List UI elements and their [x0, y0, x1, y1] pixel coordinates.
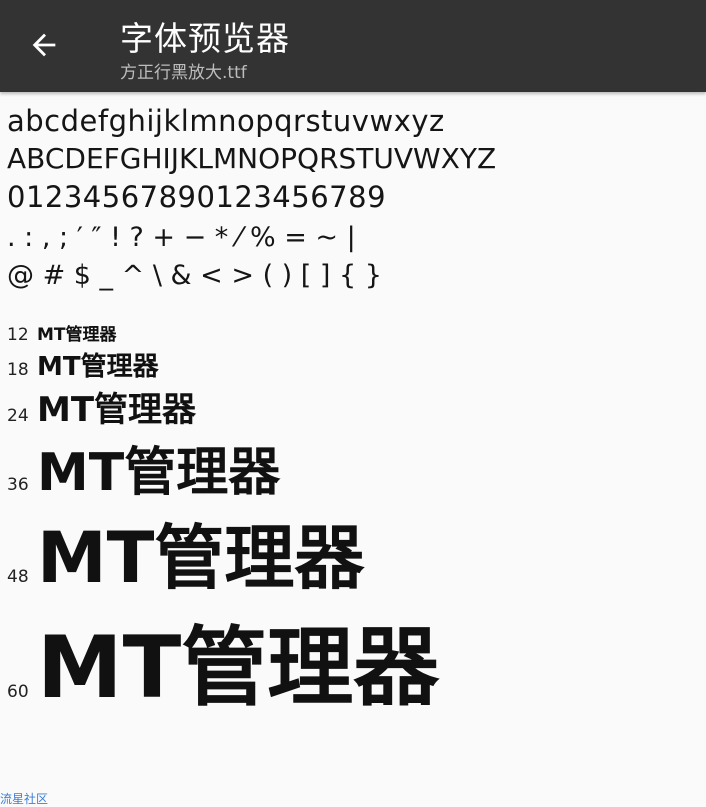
- lowercase-sample: abcdefghijklmnopqrstuvwxyz: [7, 104, 445, 138]
- size-sample-text: MT管理器: [37, 390, 197, 430]
- size-sample-row: 12 MT管理器: [7, 320, 117, 345]
- size-sample-text: MT管理器: [37, 443, 281, 503]
- size-label: 48: [7, 567, 29, 587]
- font-file-name: 方正行黑放大.ttf: [120, 63, 247, 83]
- size-label: 12: [7, 325, 29, 345]
- uppercase-sample: ABCDEFGHIJKLMNOPQRSTUVWXYZ: [7, 142, 497, 175]
- size-label: 60: [7, 682, 29, 702]
- size-label: 36: [7, 475, 29, 495]
- size-label: 24: [7, 406, 29, 426]
- size-sample-row: 24 MT管理器: [7, 382, 196, 431]
- size-sample-row: 18 MT管理器: [7, 346, 159, 383]
- font-preview-area: abcdefghijklmnopqrstuvwxyz ABCDEFGHIJKLM…: [0, 92, 706, 804]
- size-label: 18: [7, 360, 29, 380]
- back-button[interactable]: [18, 22, 70, 68]
- punctuation-sample: . : , ; ′ ″ ! ? + − * ⁄ % = ~ |: [7, 222, 356, 253]
- size-sample-text: MT管理器: [37, 325, 117, 345]
- toolbar-title: 字体预览器: [120, 19, 290, 58]
- digits-sample: 01234567890123456789: [7, 180, 387, 214]
- size-sample-row: 36 MT管理器: [7, 430, 280, 505]
- size-sample-text: MT管理器: [37, 517, 365, 599]
- size-sample-row: 48 MT管理器: [7, 502, 364, 603]
- symbols-sample: @ # $ _ ^ \ & < > ( ) [ ] { }: [7, 260, 382, 291]
- watermark-text: 流星社区: [0, 792, 49, 806]
- app-toolbar: 字体预览器 方正行黑放大.ttf: [0, 0, 706, 92]
- size-sample-row: 60 MT管理器: [7, 597, 439, 722]
- arrow-left-icon: [32, 33, 56, 57]
- size-sample-text: MT管理器: [37, 618, 440, 718]
- size-sample-text: MT管理器: [37, 352, 159, 382]
